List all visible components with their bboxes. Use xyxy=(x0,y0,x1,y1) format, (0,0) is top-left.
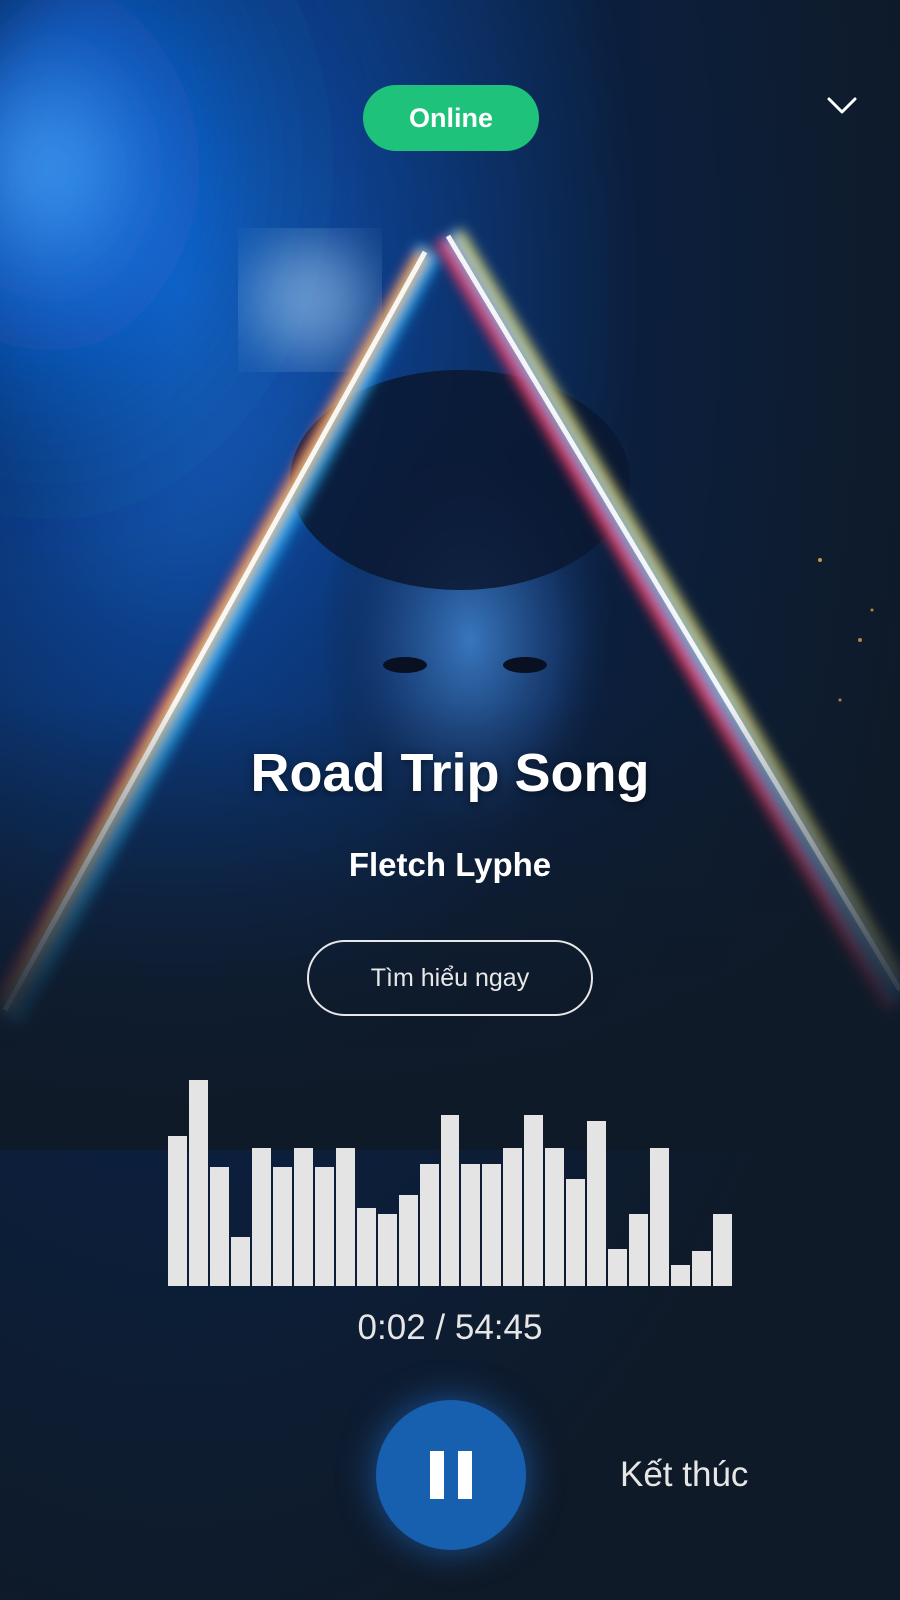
visualizer-bar xyxy=(587,1121,607,1286)
status-badge: Online xyxy=(363,85,539,151)
visualizer-bar xyxy=(482,1164,502,1286)
playback-time: 0:02 / 54:45 xyxy=(0,1308,900,1348)
collapse-button[interactable] xyxy=(820,88,864,124)
pause-icon xyxy=(430,1451,472,1499)
visualizer-bar xyxy=(251,1148,271,1286)
visualizer-bar xyxy=(524,1115,544,1286)
visualizer-bar xyxy=(209,1167,229,1286)
audio-visualizer xyxy=(168,1080,734,1286)
artist-name: Fletch Lyphe xyxy=(348,846,552,883)
visualizer-bar xyxy=(168,1136,187,1286)
learn-more-button[interactable]: Tìm hiểu ngay xyxy=(307,940,593,1016)
visualizer-bar xyxy=(545,1148,565,1286)
pause-button[interactable] xyxy=(376,1400,526,1550)
end-button[interactable]: Kết thúc xyxy=(620,1450,800,1500)
visualizer-bar xyxy=(398,1195,418,1286)
visualizer-bar xyxy=(503,1148,523,1286)
visualizer-bar xyxy=(335,1148,355,1286)
visualizer-bar xyxy=(566,1179,586,1286)
visualizer-bar xyxy=(293,1148,313,1286)
visualizer-bar xyxy=(629,1214,649,1286)
visualizer-bar xyxy=(440,1115,460,1286)
total-time: 54:45 xyxy=(454,1308,543,1347)
visualizer-bar xyxy=(419,1164,439,1286)
visualizer-bar xyxy=(272,1167,292,1286)
visualizer-bar xyxy=(356,1208,376,1286)
visualizer-bar xyxy=(671,1265,691,1286)
visualizer-bar xyxy=(377,1214,397,1286)
visualizer-bar xyxy=(608,1249,628,1286)
visualizer-bar xyxy=(230,1237,250,1286)
visualizer-bar xyxy=(461,1164,481,1286)
visualizer-bar xyxy=(692,1251,712,1286)
song-title: Road Trip Song xyxy=(250,743,650,803)
chevron-down-icon xyxy=(827,97,857,114)
visualizer-bar xyxy=(314,1167,334,1286)
player-screen: Online Road Trip Song Fletch Lyphe Tìm h… xyxy=(0,0,900,1600)
visualizer-bar xyxy=(713,1214,732,1286)
time-separator: / xyxy=(425,1308,455,1347)
visualizer-bar xyxy=(188,1080,208,1286)
visualizer-bar xyxy=(650,1148,670,1286)
current-time: 0:02 xyxy=(357,1308,426,1347)
